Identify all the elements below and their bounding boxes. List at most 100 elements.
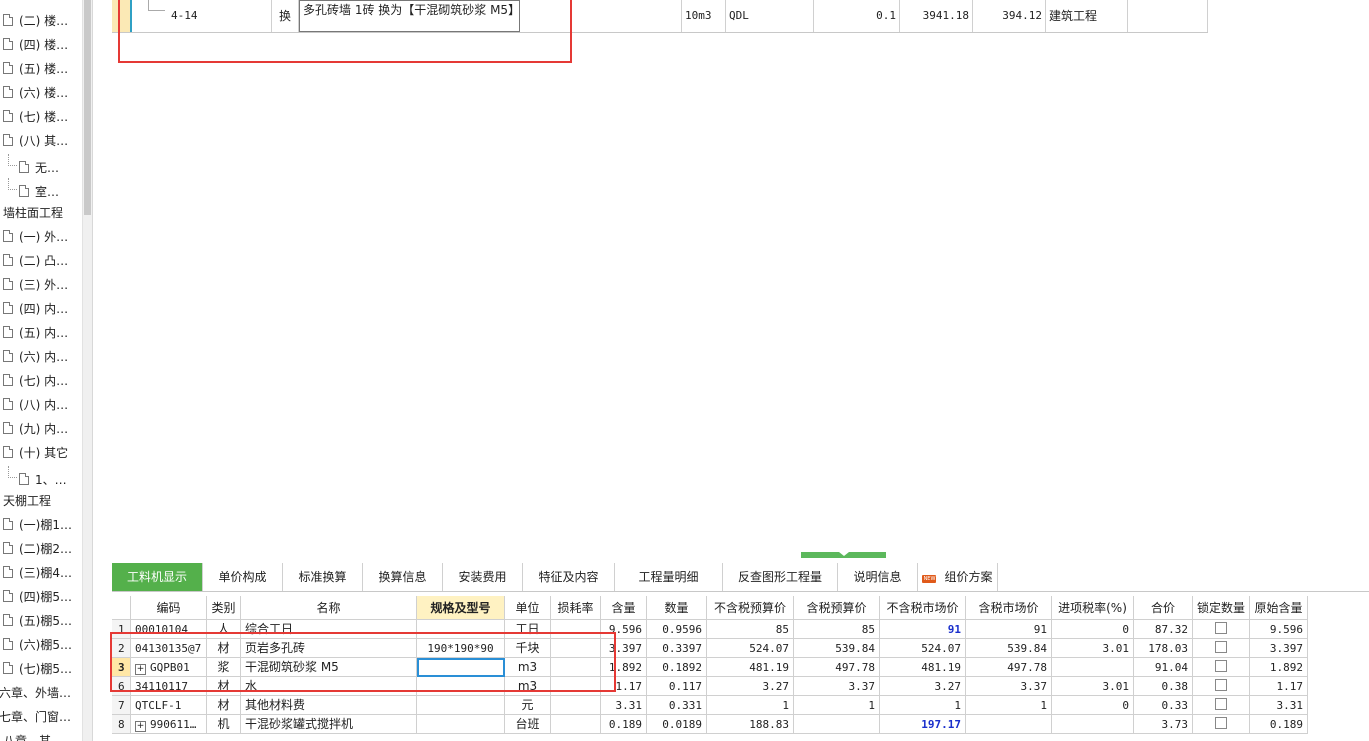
top-row-unit[interactable]: 10m3 [682, 0, 726, 32]
top-row-total[interactable]: 394.12 [973, 0, 1046, 32]
cell-orig[interactable]: 3.31 [1250, 696, 1308, 715]
tree-item[interactable]: (四) 楼… [3, 34, 85, 56]
cell-p1[interactable]: 85 [707, 620, 794, 639]
cell-orig[interactable]: 1.17 [1250, 677, 1308, 696]
cell-orig[interactable]: 1.892 [1250, 658, 1308, 677]
cell-total[interactable]: 178.03 [1134, 639, 1193, 658]
cell-total[interactable]: 87.32 [1134, 620, 1193, 639]
tree-item[interactable]: (七) 内… [3, 370, 85, 392]
cell-p2[interactable]: 85 [794, 620, 880, 639]
top-row-expr[interactable]: QDL [726, 0, 814, 32]
tree-item[interactable]: 六章、外墙… [0, 682, 81, 704]
cell-cat[interactable]: 材 [207, 696, 241, 715]
top-row-category[interactable]: 建筑工程 [1046, 0, 1128, 32]
cell-total[interactable]: 91.04 [1134, 658, 1193, 677]
column-header[interactable]: 含税预算价 [794, 596, 880, 620]
cell-p1[interactable]: 1 [707, 696, 794, 715]
tab-3[interactable]: 换算信息 [363, 563, 443, 591]
tree-item[interactable]: (十) 其它 [3, 442, 85, 464]
cell-total[interactable]: 3.73 [1134, 715, 1193, 734]
tab-8[interactable]: 说明信息 [838, 563, 918, 591]
cell-p3[interactable]: 197.17 [880, 715, 966, 734]
tree-item[interactable]: (三)棚4… [3, 562, 85, 584]
lock-quantity-checkbox[interactable] [1193, 620, 1250, 639]
column-header[interactable]: 合价 [1134, 596, 1193, 620]
tree-item[interactable]: (一) 外… [3, 226, 85, 248]
cell-spec[interactable] [417, 696, 505, 715]
tree-item[interactable]: (八) 内… [3, 394, 85, 416]
top-row-price[interactable]: 3941.18 [900, 0, 973, 32]
cell-content[interactable]: 0.189 [601, 715, 647, 734]
column-header[interactable] [112, 596, 131, 620]
cell-p4[interactable]: 91 [966, 620, 1052, 639]
checkbox-icon[interactable] [1215, 641, 1227, 653]
cell-p1[interactable]: 481.19 [707, 658, 794, 677]
cell-p3[interactable]: 481.19 [880, 658, 966, 677]
cell-tax[interactable]: 3.01 [1052, 639, 1134, 658]
cell-content[interactable]: 3.31 [601, 696, 647, 715]
column-header[interactable]: 含量 [601, 596, 647, 620]
tree-item[interactable]: (五) 楼… [3, 58, 85, 80]
cell-total[interactable]: 0.38 [1134, 677, 1193, 696]
tab-1[interactable]: 单价构成 [203, 563, 283, 591]
cell-orig[interactable]: 0.189 [1250, 715, 1308, 734]
cell-orig[interactable]: 9.596 [1250, 620, 1308, 639]
cell-name[interactable]: 其他材料费 [241, 696, 417, 715]
column-header[interactable]: 名称 [241, 596, 417, 620]
column-header[interactable]: 进项税率(%) [1052, 596, 1134, 620]
cell-code[interactable]: QTCLF-1 [131, 696, 207, 715]
tree-item[interactable]: (六)棚5… [3, 634, 85, 656]
cell-p1[interactable]: 524.07 [707, 639, 794, 658]
tab-6[interactable]: 工程量明细 [615, 563, 723, 591]
checkbox-icon[interactable] [1215, 717, 1227, 729]
cell-p2[interactable] [794, 715, 880, 734]
cell-orig[interactable]: 3.397 [1250, 639, 1308, 658]
cell-p2[interactable]: 539.84 [794, 639, 880, 658]
cell-loss[interactable] [551, 696, 601, 715]
tab-0[interactable]: 工料机显示 [112, 563, 203, 591]
cell-p4[interactable]: 1 [966, 696, 1052, 715]
cell-tax[interactable] [1052, 715, 1134, 734]
column-header[interactable]: 含税市场价 [966, 596, 1052, 620]
table-row[interactable]: 8 +990611… 机干混砂浆罐式搅拌机 台班 0.189 0.0189 188.83 19… [112, 715, 1320, 734]
tab-9[interactable]: NEW 组价方案 [918, 563, 998, 591]
tab-4[interactable]: 安装费用 [443, 563, 523, 591]
cell-total[interactable]: 0.33 [1134, 696, 1193, 715]
cell-qty[interactable]: 0.1892 [647, 658, 707, 677]
column-header[interactable]: 规格及型号 [417, 596, 505, 620]
cell-unit[interactable]: 台班 [505, 715, 551, 734]
tab-2[interactable]: 标准换算 [283, 563, 363, 591]
column-header[interactable]: 不含税预算价 [707, 596, 794, 620]
pane-splitter-handle[interactable] [801, 552, 886, 558]
cell-spec[interactable] [417, 715, 505, 734]
lock-quantity-checkbox[interactable] [1193, 715, 1250, 734]
tree-item[interactable]: (一)棚1… [3, 514, 85, 536]
column-header[interactable]: 类别 [207, 596, 241, 620]
lock-quantity-checkbox[interactable] [1193, 639, 1250, 658]
column-header[interactable]: 锁定数量 [1193, 596, 1250, 620]
column-header[interactable]: 不含税市场价 [880, 596, 966, 620]
tree-item[interactable]: (八) 其… [3, 130, 85, 152]
tree-item[interactable]: (九) 内… [3, 418, 85, 440]
cell-tax[interactable]: 0 [1052, 620, 1134, 639]
left-tree-panel[interactable]: (二) 楼… (四) 楼… (五) 楼… (六) 楼… (七) 楼… (八) 其… 无… 室…… [0, 0, 93, 741]
cell-unit[interactable]: 元 [505, 696, 551, 715]
cell-code[interactable]: +990611… [131, 715, 207, 734]
tree-item[interactable]: 七章、门窗… [0, 706, 81, 728]
cell-p4[interactable]: 3.37 [966, 677, 1052, 696]
tree-item[interactable]: 无… [8, 154, 90, 176]
expand-plus-icon[interactable]: + [135, 721, 146, 732]
checkbox-icon[interactable] [1215, 622, 1227, 634]
tree-item[interactable]: (六) 楼… [3, 82, 85, 104]
cell-p3[interactable]: 3.27 [880, 677, 966, 696]
column-header[interactable]: 数量 [647, 596, 707, 620]
cell-p4[interactable]: 497.78 [966, 658, 1052, 677]
cell-p2[interactable]: 497.78 [794, 658, 880, 677]
cell-tax[interactable] [1052, 658, 1134, 677]
tree-item[interactable]: 天棚工程 [3, 490, 85, 512]
lock-quantity-checkbox[interactable] [1193, 696, 1250, 715]
cell-p2[interactable]: 3.37 [794, 677, 880, 696]
cell-p1[interactable]: 3.27 [707, 677, 794, 696]
cell-p3[interactable]: 91 [880, 620, 966, 639]
cell-p2[interactable]: 1 [794, 696, 880, 715]
